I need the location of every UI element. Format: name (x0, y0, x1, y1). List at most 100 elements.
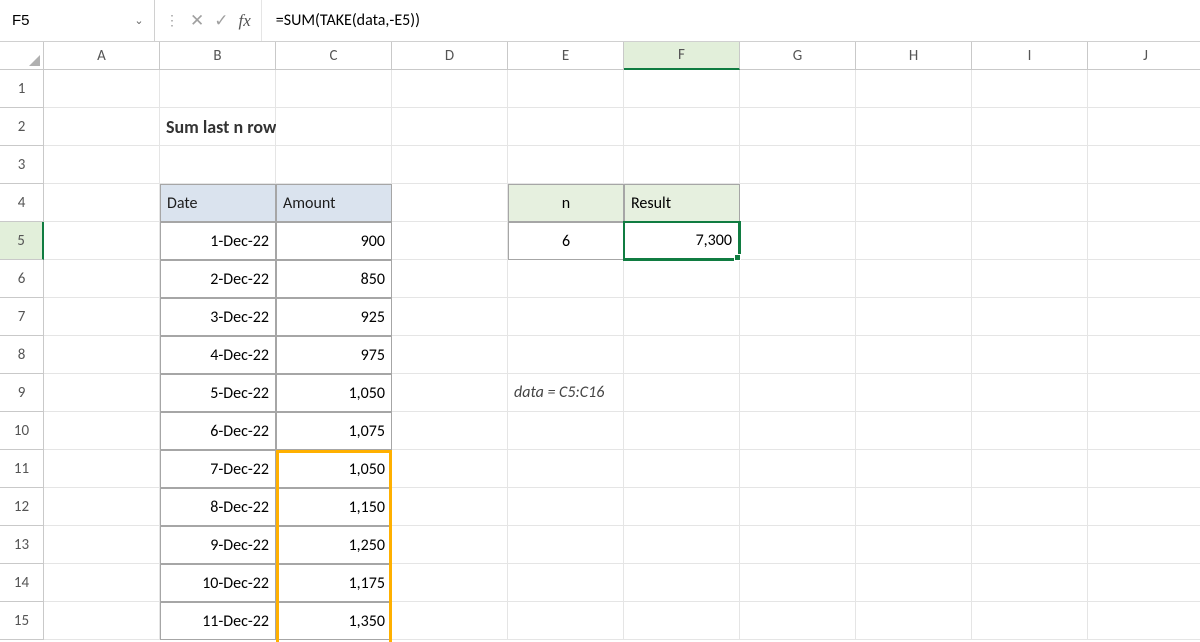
cell[interactable] (392, 564, 508, 602)
cell[interactable] (624, 70, 740, 108)
cell[interactable] (972, 298, 1088, 336)
cell[interactable] (624, 146, 740, 184)
name-box-dropdown-icon[interactable]: ⌄ (130, 14, 148, 27)
cell[interactable] (1088, 260, 1200, 298)
cell[interactable] (972, 184, 1088, 222)
row-header[interactable]: 1 (0, 70, 44, 108)
table-cell-date[interactable]: 9-Dec-22 (160, 526, 276, 564)
cell[interactable] (1088, 336, 1200, 374)
cell[interactable] (624, 564, 740, 602)
cell[interactable] (856, 602, 972, 640)
cell[interactable] (276, 70, 392, 108)
cell[interactable] (740, 222, 856, 260)
cell[interactable] (392, 602, 508, 640)
cell[interactable] (508, 564, 624, 602)
table-cell-date[interactable]: 10-Dec-22 (160, 564, 276, 602)
cell[interactable] (740, 70, 856, 108)
table-cell-amount[interactable]: 1,050 (276, 374, 392, 412)
row-header[interactable]: 12 (0, 488, 44, 526)
cell[interactable] (508, 298, 624, 336)
column-header[interactable]: G (740, 42, 856, 70)
row-header[interactable]: 13 (0, 526, 44, 564)
select-all-box[interactable] (0, 42, 44, 70)
cell[interactable] (392, 412, 508, 450)
cell[interactable] (740, 602, 856, 640)
table-cell-date[interactable]: 8-Dec-22 (160, 488, 276, 526)
cell[interactable] (44, 146, 160, 184)
cell[interactable] (856, 374, 972, 412)
cell[interactable] (740, 146, 856, 184)
cell[interactable] (972, 70, 1088, 108)
cell[interactable] (44, 184, 160, 222)
row-header[interactable]: 3 (0, 146, 44, 184)
name-box[interactable] (12, 12, 130, 29)
cell[interactable] (392, 184, 508, 222)
cell[interactable] (972, 564, 1088, 602)
cell[interactable] (276, 146, 392, 184)
cell[interactable] (856, 488, 972, 526)
cell[interactable] (1088, 526, 1200, 564)
cell[interactable] (856, 564, 972, 602)
page-title-cell[interactable]: Sum last n rows (160, 108, 276, 146)
cell[interactable] (1088, 412, 1200, 450)
cell[interactable] (740, 260, 856, 298)
row-header[interactable]: 2 (0, 108, 44, 146)
cell[interactable] (972, 450, 1088, 488)
table-cell-date[interactable]: 11-Dec-22 (160, 602, 276, 640)
cell[interactable] (1088, 184, 1200, 222)
cell[interactable] (392, 108, 508, 146)
cell[interactable] (1088, 450, 1200, 488)
cell[interactable] (44, 526, 160, 564)
cell[interactable] (972, 374, 1088, 412)
cell[interactable] (972, 108, 1088, 146)
cell[interactable] (624, 108, 740, 146)
cells-area[interactable]: Sum last n rows Date Amou (44, 70, 1200, 640)
row-header[interactable]: 8 (0, 336, 44, 374)
cell[interactable] (972, 526, 1088, 564)
row-header[interactable]: 10 (0, 412, 44, 450)
cell[interactable] (44, 488, 160, 526)
cell[interactable] (972, 602, 1088, 640)
cell[interactable] (508, 108, 624, 146)
row-header[interactable]: 14 (0, 564, 44, 602)
cell[interactable] (276, 108, 392, 146)
table-cell-date[interactable]: 7-Dec-22 (160, 450, 276, 488)
cell[interactable] (1088, 222, 1200, 260)
cell[interactable] (624, 526, 740, 564)
row-header[interactable]: 6 (0, 260, 44, 298)
result-value-cell[interactable]: 7,300 (624, 222, 740, 260)
cell[interactable] (1088, 564, 1200, 602)
cell[interactable] (508, 336, 624, 374)
cell[interactable] (856, 260, 972, 298)
cell[interactable] (1088, 602, 1200, 640)
cell[interactable] (972, 260, 1088, 298)
fill-handle-icon[interactable] (734, 254, 741, 261)
cell[interactable] (1088, 146, 1200, 184)
cell[interactable] (44, 298, 160, 336)
row-header[interactable]: 11 (0, 450, 44, 488)
cell[interactable] (44, 374, 160, 412)
table-cell-amount[interactable]: 1,050 (276, 450, 392, 488)
table-cell-amount[interactable]: 1,150 (276, 488, 392, 526)
column-header[interactable]: I (972, 42, 1088, 70)
column-header[interactable]: H (856, 42, 972, 70)
row-header[interactable]: 9 (0, 374, 44, 412)
table-cell-amount[interactable]: 925 (276, 298, 392, 336)
cell[interactable] (856, 108, 972, 146)
table-cell-amount[interactable]: 900 (276, 222, 392, 260)
row-header[interactable]: 7 (0, 298, 44, 336)
cell[interactable] (1088, 488, 1200, 526)
cell[interactable] (508, 70, 624, 108)
cell[interactable] (856, 146, 972, 184)
cell[interactable] (44, 70, 160, 108)
cell[interactable] (44, 222, 160, 260)
n-header[interactable]: n (508, 184, 624, 222)
fx-icon[interactable]: fx (239, 11, 251, 31)
cell[interactable] (44, 564, 160, 602)
cell[interactable] (508, 260, 624, 298)
cell[interactable] (392, 336, 508, 374)
cell[interactable] (392, 260, 508, 298)
accept-formula-icon[interactable]: ✓ (214, 11, 228, 31)
column-header[interactable]: F (624, 42, 740, 70)
cell[interactable] (392, 488, 508, 526)
